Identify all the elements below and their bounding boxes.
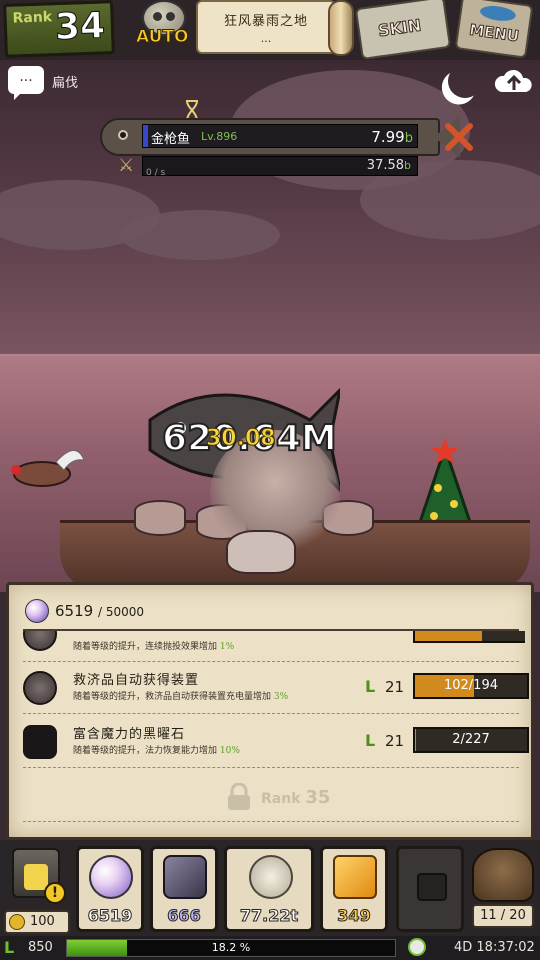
level-icon: L (365, 677, 376, 696)
location-banner[interactable]: 狂风暴雨之地 ... (196, 0, 336, 54)
rank-badge[interactable]: Rank 34 (3, 0, 115, 58)
hp-fill (143, 125, 149, 147)
fish-eye (118, 130, 128, 140)
sky-background (0, 60, 540, 360)
rank-value: 34 (54, 5, 107, 49)
scroll-icon[interactable] (328, 0, 354, 56)
skin-label: SKIN (376, 15, 423, 41)
player-level: 850 (28, 940, 53, 955)
padlock-icon (417, 873, 447, 901)
menu-label: MENU (468, 20, 521, 46)
lock-icon (228, 783, 250, 810)
pearl-count: 6519 (87, 906, 133, 926)
pearl-gem-icon (25, 599, 49, 623)
alert-badge: ! (44, 882, 66, 904)
bottom-tray: ! 100 6519 666 77.22t 349 11 / 20 (0, 840, 540, 936)
obsidian-count: 666 (167, 906, 201, 926)
top-bar: Rank 34 AUTO 狂风暴雨之地 ... SKIN MENU (0, 0, 540, 61)
upgrade-title: 救济品自动获得装置 (73, 673, 200, 688)
coin-icon (9, 914, 25, 930)
auto-button[interactable]: AUTO (132, 0, 196, 54)
location-name: 狂风暴雨之地 (223, 14, 308, 29)
upgrade-icon (23, 631, 57, 651)
chat-bubble-icon[interactable]: ... (8, 66, 44, 100)
resource-slot-pearl[interactable]: 6519 (76, 846, 144, 932)
upgrade-row[interactable]: 富含魔力的黑曜石 随着等级的提升，法力恢复能力增加 10% L 21 2/227 (21, 721, 529, 763)
upgrade-level: 21 (385, 678, 405, 696)
cloud (120, 210, 280, 260)
upgrade-progress-text: 102/194 (443, 678, 498, 693)
time-remaining: 4D 18:37:02 (454, 940, 535, 955)
upgrade-level: 21 (385, 732, 405, 750)
shell-icon (249, 855, 293, 899)
upgrade-progress[interactable]: 2/227 (413, 727, 529, 753)
auto-label: AUTO (136, 27, 189, 48)
upgrade-row[interactable]: 救济品自动获得装置 随着等级的提升，救济品自动获得装置充电量增加 3% L 21… (21, 667, 529, 709)
upgrade-progress-text: 2/227 (452, 732, 490, 747)
shell-count: 77.22t (239, 906, 299, 926)
time-value: 37.58b (366, 158, 411, 173)
upgrade-title: 富含魔力的黑曜石 (73, 727, 186, 742)
close-icon[interactable] (442, 120, 476, 154)
cloud-upload-icon[interactable] (494, 66, 534, 96)
upgrade-desc: 随着等级的提升，救济品自动获得装置充电量增加 3% (73, 692, 289, 702)
fish-hp-bar: 金枪鱼 Lv.896 7.99b (100, 116, 460, 158)
next-rank-label: Rank 35 (261, 787, 331, 808)
menu-button[interactable]: MENU (454, 0, 534, 59)
flying-reindeer-sprite (11, 450, 85, 487)
fish-name: 金枪鱼 (151, 132, 191, 147)
amber-count: 349 (337, 906, 371, 926)
cat-sprite (226, 530, 296, 574)
upgrade-panel: 6519 / 50000 随着等级的提升，连续抛投效果增加 1% 救济品自动获得… (6, 582, 534, 840)
fish-icon (479, 3, 517, 23)
inventory-count: 11 / 20 (472, 904, 534, 928)
status-bar: L 850 18.2 % 4D 18:37:02 (0, 936, 540, 960)
sword-icon: ⚔ (118, 155, 135, 176)
coin-value: 100 (30, 914, 55, 929)
coin-counter: 100 (4, 910, 70, 934)
time-track: 37.58b (142, 156, 418, 176)
clock-icon (408, 938, 426, 956)
upgrade-progress[interactable] (413, 631, 525, 643)
upgrade-progress[interactable]: 102/194 (413, 673, 529, 699)
resource-slot-amber[interactable]: 349 (320, 846, 388, 932)
lantern-button[interactable]: ! 100 (4, 848, 70, 934)
amber-icon (333, 855, 377, 899)
obsidian-icon (163, 855, 207, 899)
chat-username: 扁伐 (52, 76, 79, 91)
resource-slot-shell[interactable]: 77.22t (224, 846, 314, 932)
xp-bar: 18.2 % (66, 939, 396, 957)
crosshair-device-icon (23, 671, 57, 705)
gem-count: 6519 / 50000 (55, 602, 144, 620)
speed-label: 0 / s (146, 168, 166, 178)
pearl-icon (89, 855, 133, 899)
hp-track: 金枪鱼 Lv.896 7.99b (142, 124, 418, 148)
xp-text: 18.2 % (211, 941, 251, 954)
upgrade-progress-fill (415, 631, 483, 641)
resource-slot-locked[interactable] (396, 846, 464, 932)
upgrade-desc: 随着等级的提升，法力恢复能力增加 10% (73, 746, 240, 756)
skin-button[interactable]: SKIN (354, 0, 452, 61)
cake-sprite (134, 500, 186, 536)
backpack-icon[interactable] (472, 848, 534, 902)
resource-slot-obsidian[interactable]: 666 (150, 846, 218, 932)
fish-hp-value: 7.99b (371, 128, 413, 146)
bonus-damage-number: 30.08 (206, 426, 277, 452)
level-icon: L (365, 731, 376, 750)
location-sub: ... (260, 32, 272, 45)
upgrade-row[interactable]: 随着等级的提升，连续抛投效果增加 1% (21, 631, 525, 657)
obsidian-icon (23, 725, 57, 759)
rank-label: Rank (12, 9, 53, 27)
upgrade-desc: 随着等级的提升，连续抛投效果增加 1% (73, 642, 235, 652)
fish-level: Lv.896 (201, 130, 238, 143)
level-icon: L (4, 938, 15, 957)
